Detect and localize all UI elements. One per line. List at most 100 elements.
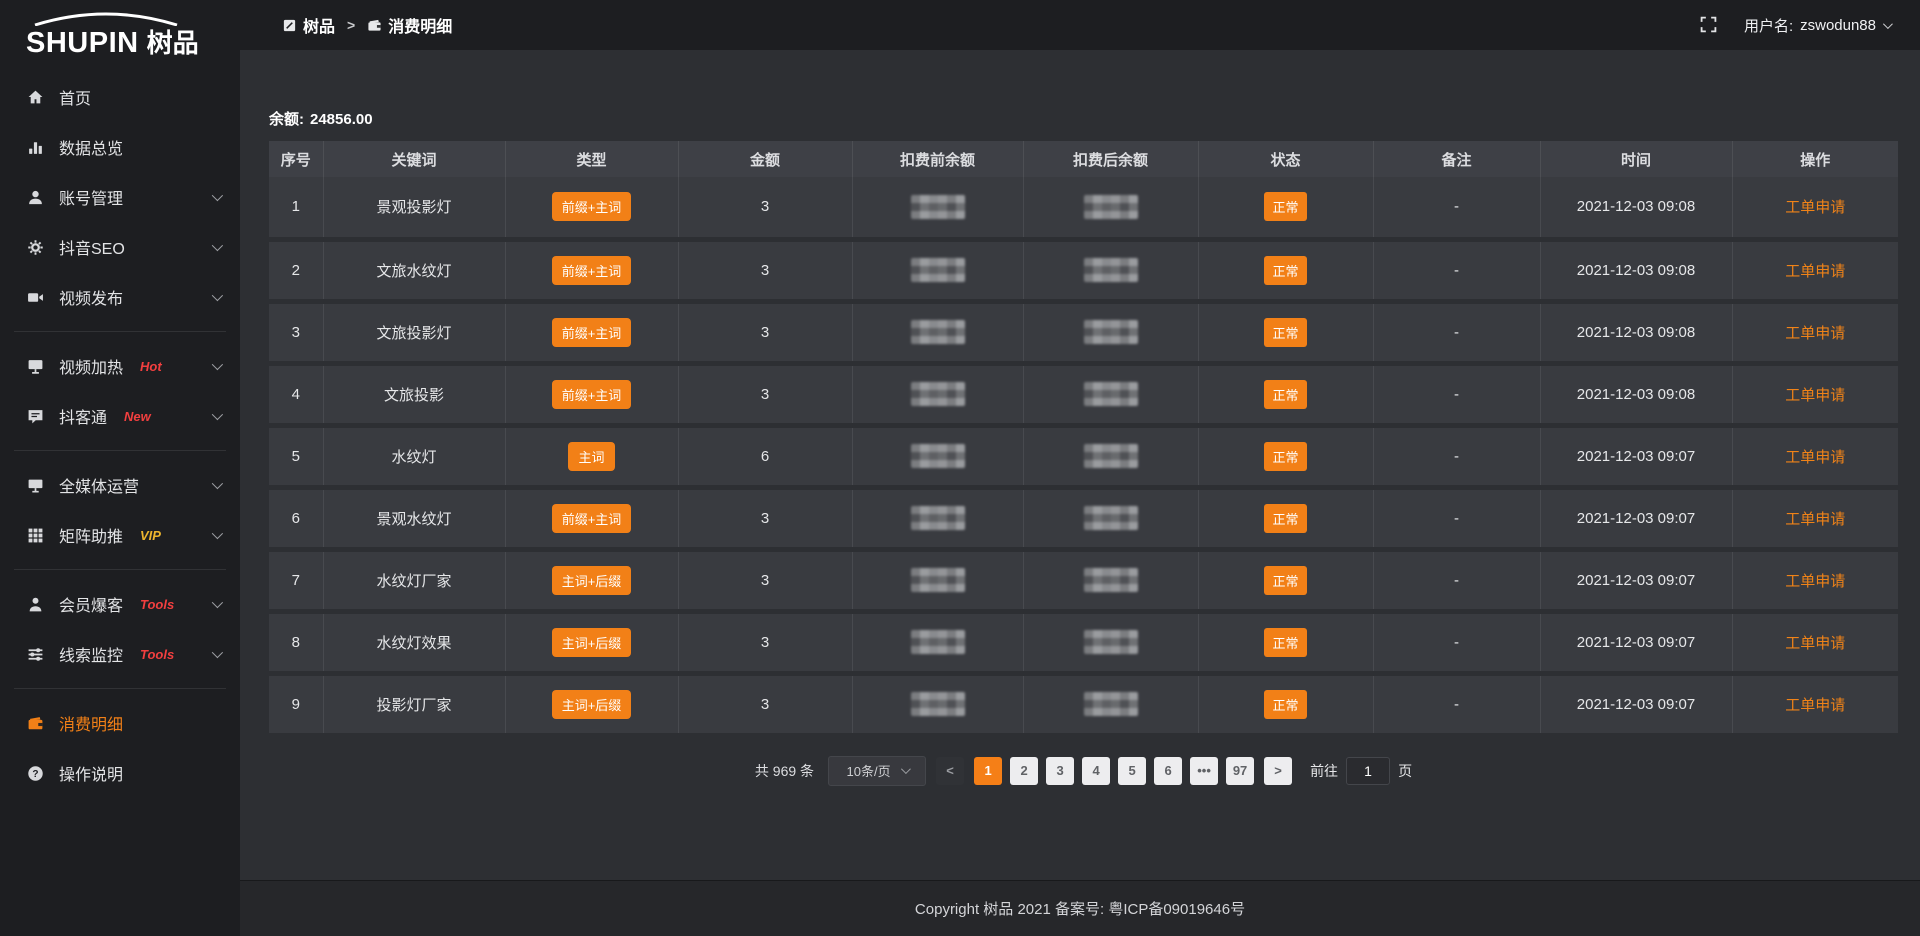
amount: 3 <box>761 510 769 527</box>
col-header-5: 扣费前余额 <box>852 141 1023 177</box>
sidebar-item-10[interactable]: 会员爆客 Tools <box>0 579 240 629</box>
row-index: 5 <box>292 448 300 465</box>
sidebar-item-1[interactable]: 首页 <box>0 72 240 122</box>
status-badge: 正常 <box>1264 256 1306 285</box>
page-button-3[interactable]: 3 <box>1046 757 1074 785</box>
monitor-icon <box>26 476 44 494</box>
fullscreen-icon[interactable] <box>1700 16 1718 34</box>
ticket-apply-link[interactable]: 工单申请 <box>1785 635 1845 652</box>
status-badge: 正常 <box>1264 380 1306 409</box>
logo-text-en: SHUPIN <box>26 27 139 60</box>
page-button-1[interactable]: 1 <box>974 757 1002 785</box>
sidebar-item-11[interactable]: 线索监控 Tools <box>0 629 240 679</box>
sidebar-item-8[interactable]: 全媒体运营 <box>0 460 240 510</box>
sidebar-item-label: 视频发布 <box>59 285 123 309</box>
ticket-apply-link[interactable]: 工单申请 <box>1785 449 1845 466</box>
sidebar-item-13[interactable]: ? 操作说明 <box>0 748 240 798</box>
chevron-down-icon <box>212 597 223 608</box>
ticket-apply-link[interactable]: 工单申请 <box>1785 387 1845 404</box>
remark: - <box>1454 696 1459 713</box>
screen-icon <box>26 357 44 375</box>
question-icon: ? <box>26 764 44 782</box>
chart-icon <box>26 138 44 156</box>
breadcrumb-item-1[interactable]: 树品 <box>282 13 335 37</box>
amount: 3 <box>761 198 769 215</box>
sidebar-item-tag: Tools <box>140 647 174 662</box>
balance: 余额:24856.00 <box>269 108 1898 129</box>
menu-divider <box>14 331 226 332</box>
page-button-97[interactable]: 97 <box>1226 757 1254 785</box>
status-badge: 正常 <box>1264 504 1306 533</box>
ticket-apply-link[interactable]: 工单申请 <box>1785 263 1845 280</box>
status-badge: 正常 <box>1264 442 1306 471</box>
breadcrumb-item-2[interactable]: 消费明细 <box>367 13 452 37</box>
sidebar-item-5[interactable]: 视频发布 <box>0 272 240 322</box>
sidebar-item-12[interactable]: 消费明细 <box>0 698 240 748</box>
next-page-button[interactable]: > <box>1264 757 1292 785</box>
table-row: 5 水纹灯 主词 6 正常 - 2021-12-03 09:07 工单申请 <box>269 425 1898 487</box>
masked-balance-before <box>911 506 965 530</box>
table-row: 1 景观投影灯 前缀+主词 3 正常 - 2021-12-03 09:08 工单… <box>269 177 1898 239</box>
page-button-4[interactable]: 4 <box>1082 757 1110 785</box>
status-badge: 正常 <box>1264 566 1306 595</box>
type-badge: 前缀+主词 <box>552 318 632 347</box>
app-window: SHUPIN 树品 首页 数据总览 账号管理 抖音SEO 视频发布 视频加热 H… <box>0 0 1920 936</box>
keyword: 投影灯厂家 <box>376 697 451 714</box>
type-badge: 前缀+主词 <box>552 192 632 221</box>
page-ellipsis-button[interactable]: ••• <box>1190 757 1218 785</box>
sidebar-item-6[interactable]: 视频加热 Hot <box>0 341 240 391</box>
sidebar-item-2[interactable]: 数据总览 <box>0 122 240 172</box>
keyword: 文旅投影 <box>384 387 444 404</box>
col-header-10: 操作 <box>1732 141 1898 177</box>
masked-balance-before <box>911 195 965 219</box>
user-menu[interactable]: 用户名: zswodun88 <box>1744 15 1890 36</box>
col-header-2: 关键词 <box>323 141 505 177</box>
consume-table: 序号关键词类型金额扣费前余额扣费后余额状态备注时间操作 1 景观投影灯 前缀+主… <box>269 141 1898 738</box>
sidebar-item-9[interactable]: 矩阵助推 VIP <box>0 510 240 560</box>
page-button-5[interactable]: 5 <box>1118 757 1146 785</box>
ticket-apply-link[interactable]: 工单申请 <box>1785 325 1845 342</box>
remark: - <box>1454 634 1459 651</box>
chevron-down-icon <box>901 764 911 774</box>
masked-balance-before <box>911 630 965 654</box>
member-icon <box>26 595 44 613</box>
masked-balance-before <box>911 258 965 282</box>
ticket-apply-link[interactable]: 工单申请 <box>1785 573 1845 590</box>
sidebar-item-label: 全媒体运营 <box>59 473 139 497</box>
amount: 3 <box>761 324 769 341</box>
row-index: 9 <box>292 696 300 713</box>
ticket-apply-link[interactable]: 工单申请 <box>1785 199 1845 216</box>
sidebar-item-tag: VIP <box>140 528 161 543</box>
sidebar-item-7[interactable]: 抖客通 New <box>0 391 240 441</box>
remark: - <box>1454 386 1459 403</box>
page-size-select[interactable]: 10条/页 <box>828 756 926 786</box>
chevron-down-icon <box>212 409 223 420</box>
comment-icon <box>26 407 44 425</box>
prev-page-button[interactable]: < <box>936 757 964 785</box>
keyword: 景观水纹灯 <box>376 511 451 528</box>
page-button-2[interactable]: 2 <box>1010 757 1038 785</box>
page-button-6[interactable]: 6 <box>1154 757 1182 785</box>
chevron-down-icon <box>212 528 223 539</box>
masked-balance-before <box>911 568 965 592</box>
sidebar-item-label: 操作说明 <box>59 761 123 785</box>
remark: - <box>1454 198 1459 215</box>
status-badge: 正常 <box>1264 690 1306 719</box>
type-badge: 主词 <box>568 442 614 471</box>
sidebar-item-4[interactable]: 抖音SEO <box>0 222 240 272</box>
masked-balance-before <box>911 382 965 406</box>
page-buttons: 123456 ••• 97 <box>974 757 1254 785</box>
chevron-down-icon <box>212 478 223 489</box>
sidebar-item-3[interactable]: 账号管理 <box>0 172 240 222</box>
menu-divider <box>14 688 226 689</box>
table-row: 4 文旅投影 前缀+主词 3 正常 - 2021-12-03 09:08 工单申… <box>269 363 1898 425</box>
time: 2021-12-03 09:07 <box>1577 510 1695 527</box>
app-logo[interactable]: SHUPIN 树品 <box>0 0 240 68</box>
ticket-apply-link[interactable]: 工单申请 <box>1785 697 1845 714</box>
time: 2021-12-03 09:08 <box>1577 386 1695 403</box>
footer: Copyright 树品 2021 备案号: 粤ICP备09019646号 <box>240 880 1920 936</box>
keyword: 水纹灯效果 <box>376 635 451 652</box>
row-index: 1 <box>292 198 300 215</box>
goto-page-input[interactable] <box>1346 757 1390 785</box>
ticket-apply-link[interactable]: 工单申请 <box>1785 511 1845 528</box>
